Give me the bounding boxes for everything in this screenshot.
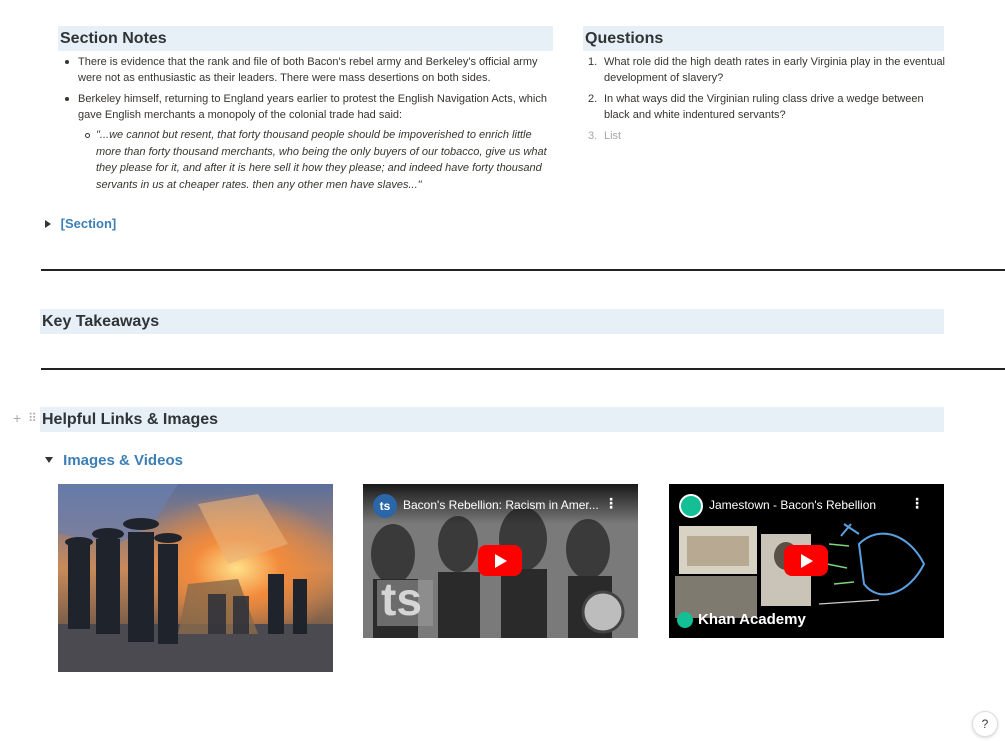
item-number: 1. (588, 56, 598, 68)
list-item: There is evidence that the rank and file… (58, 54, 553, 86)
section-notes-list: There is evidence that the rank and file… (58, 54, 553, 198)
help-button[interactable]: ? (972, 711, 998, 737)
note-text-2: Berkeley himself, returning to England y… (78, 93, 547, 121)
helpful-links-heading: Helpful Links & Images (40, 407, 944, 432)
note-text-1: There is evidence that the rank and file… (78, 56, 538, 84)
questions-list: 1. What role did the high death rates in… (585, 54, 945, 149)
list-item: 2. In what ways did the Virginian ruling… (585, 91, 945, 123)
circle-bullet-icon (85, 133, 90, 138)
video-title[interactable]: Jamestown - Bacon's Rebellion (709, 498, 876, 512)
quote-text: "...we cannot but resent, that forty tho… (96, 129, 547, 191)
more-options-icon[interactable]: ⋮ (604, 496, 618, 510)
quote-sublist: "...we cannot but resent, that forty tho… (78, 127, 553, 193)
video-watermark: ts (381, 573, 422, 625)
list-item[interactable]: 3. List (585, 128, 945, 144)
question-text-1: What role did the high death rates in ea… (604, 56, 946, 84)
bullet-icon (65, 97, 69, 101)
list-placeholder[interactable]: List (604, 130, 621, 142)
section-toggle-label[interactable]: [Section] (61, 216, 117, 231)
khan-academy-brand: Khan Academy (677, 610, 806, 630)
questions-heading: Questions (583, 26, 944, 51)
channel-avatar-icon[interactable]: ts (373, 494, 397, 518)
toggle-down-icon[interactable] (45, 457, 53, 463)
list-item: "...we cannot but resent, that forty tho… (78, 127, 553, 193)
bullet-icon (65, 60, 69, 64)
bacons-rebellion-painting[interactable] (58, 484, 333, 672)
divider (41, 269, 1005, 271)
images-videos-toggle[interactable]: Images & Videos (45, 451, 183, 471)
video-thumbnail-jamestown[interactable]: Jamestown - Bacon's Rebellion ⋮ Khan Aca… (669, 484, 944, 638)
more-options-icon[interactable]: ⋮ (910, 496, 924, 510)
play-button-icon[interactable] (478, 545, 522, 576)
item-number: 2. (588, 93, 598, 105)
section-notes-heading: Section Notes (58, 26, 553, 51)
video-thumbnail-racism[interactable]: ts ts Bacon's Rebellion: Racism in Amer.… (363, 484, 638, 638)
video-title[interactable]: Bacon's Rebellion: Racism in Amer... (403, 498, 599, 512)
item-number: 3. (588, 130, 598, 142)
drag-handle-icon[interactable]: ⠿ (28, 411, 37, 425)
play-button-icon[interactable] (784, 545, 828, 576)
painting-image (58, 484, 333, 672)
key-takeaways-heading: Key Takeaways (40, 309, 944, 334)
toggle-right-icon[interactable] (45, 220, 51, 228)
khan-leaf-icon (677, 612, 693, 629)
khan-logo-icon[interactable] (679, 494, 703, 518)
brand-label: Khan Academy (698, 611, 806, 629)
list-item: Berkeley himself, returning to England y… (58, 91, 553, 193)
list-item: 1. What role did the high death rates in… (585, 54, 945, 86)
images-videos-label[interactable]: Images & Videos (63, 452, 183, 469)
question-text-2: In what ways did the Virginian ruling cl… (604, 93, 924, 121)
divider (41, 368, 1005, 370)
section-toggle[interactable]: [Section] (45, 215, 116, 233)
add-block-icon[interactable]: + (13, 411, 21, 425)
